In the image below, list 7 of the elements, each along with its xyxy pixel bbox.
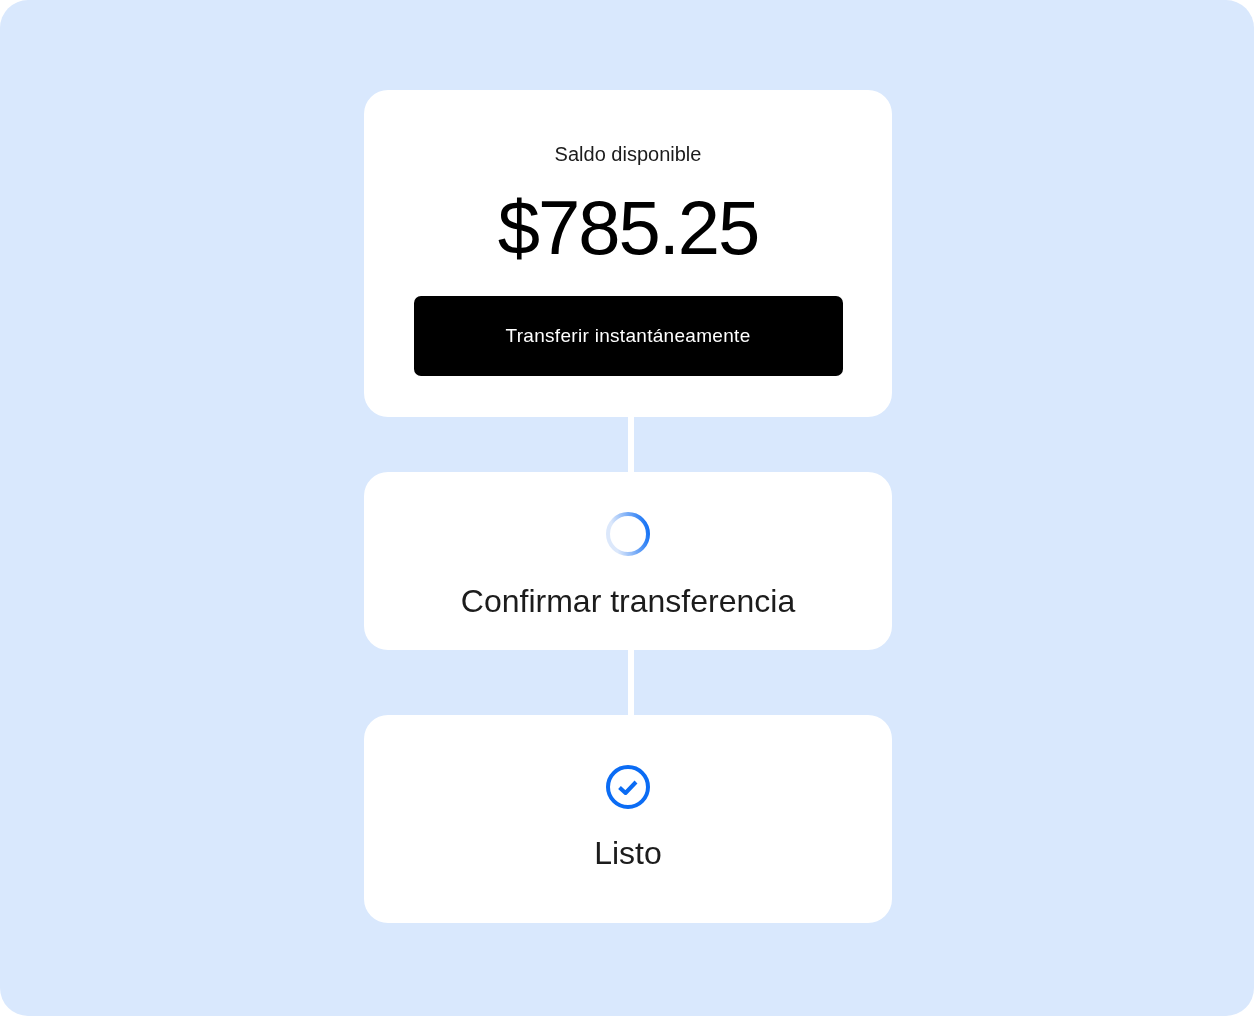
transfer-button[interactable]: Transferir instantáneamente bbox=[413, 296, 843, 376]
balance-amount: $785.25 bbox=[497, 188, 759, 268]
step-title: Confirmar transferencia bbox=[460, 582, 796, 621]
step-title: Listo bbox=[594, 834, 662, 873]
spinner-icon bbox=[606, 512, 650, 556]
check-circle-icon bbox=[606, 765, 650, 809]
balance-label: Saldo disponible bbox=[554, 142, 702, 166]
